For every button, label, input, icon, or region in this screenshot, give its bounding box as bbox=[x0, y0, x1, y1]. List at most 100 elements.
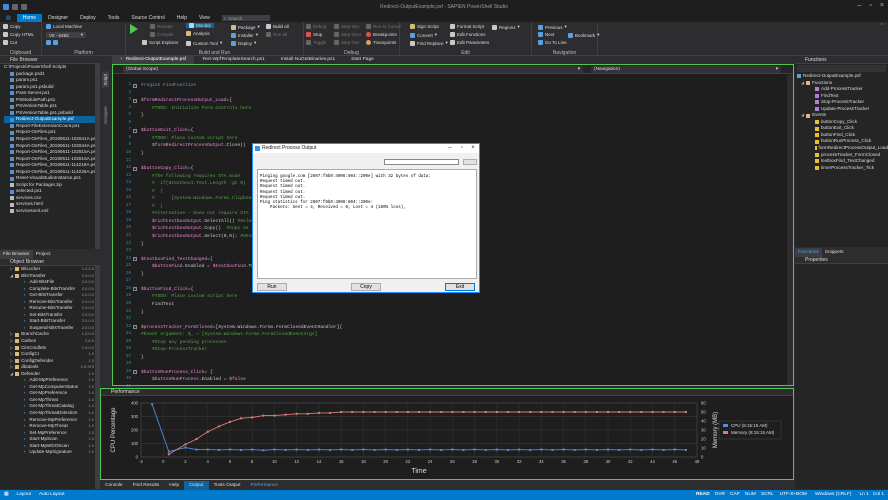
monitor-button[interactable]: Monitor bbox=[186, 23, 215, 28]
navigation-dropdown[interactable]: (Navigation) ▾ bbox=[591, 65, 781, 73]
find-replace-button[interactable]: Find Replace ▾ bbox=[410, 40, 448, 46]
file-item[interactable]: servicesxml.xml bbox=[4, 208, 100, 215]
output-richtextbox[interactable]: Pinging google.com [2607:f8b0:4006:804::… bbox=[257, 169, 477, 279]
find-button[interactable] bbox=[463, 159, 477, 165]
tab-snippets[interactable]: Snippets bbox=[822, 248, 847, 257]
quick-open-icon[interactable] bbox=[21, 4, 27, 10]
fold-icon[interactable]: − bbox=[133, 128, 137, 133]
machine-selector[interactable]: Local Machine bbox=[46, 24, 82, 29]
remote-button[interactable]: Remote bbox=[150, 24, 173, 29]
installer-button[interactable]: Installer ▾ bbox=[231, 32, 258, 38]
menu-tools[interactable]: Tools bbox=[102, 14, 126, 22]
fold-icon[interactable]: − bbox=[133, 83, 137, 88]
copy-html-button[interactable]: Copy HTML bbox=[3, 32, 34, 37]
menu-file-icon[interactable]: ▤ bbox=[0, 14, 17, 22]
tab-designer[interactable]: Designer bbox=[102, 104, 109, 126]
quick-save-icon[interactable] bbox=[12, 4, 18, 10]
menu-home[interactable]: Home bbox=[16, 14, 43, 22]
dialog-minimize-icon[interactable]: – bbox=[445, 144, 455, 153]
menu-view[interactable]: View bbox=[193, 14, 216, 22]
stop-button[interactable]: Stop bbox=[306, 32, 322, 37]
tab-project[interactable]: Project bbox=[33, 250, 54, 259]
step-into-button[interactable]: Step Into bbox=[334, 24, 359, 29]
run-all-button[interactable]: Run all bbox=[266, 32, 287, 37]
tab-functions[interactable]: Functions bbox=[795, 247, 822, 257]
menu-deploy[interactable]: Deploy bbox=[74, 14, 102, 22]
tab-file-browser[interactable]: File Browser bbox=[0, 249, 33, 259]
fold-icon[interactable]: − bbox=[133, 325, 137, 330]
go-to-line-button[interactable]: Go To Line bbox=[538, 40, 567, 45]
close-tab-icon[interactable]: × bbox=[120, 56, 123, 64]
ribbon-collapse-icon[interactable]: ⌃ bbox=[880, 23, 884, 29]
edit-functions-button[interactable]: Edit Functions bbox=[450, 32, 486, 37]
step-over-button[interactable]: Step Over bbox=[334, 32, 361, 37]
format-script-button[interactable]: Format Script bbox=[450, 24, 484, 29]
cmdlet-item[interactable]: ▪ Update-MpSignature 1.0 bbox=[2, 449, 94, 456]
expand-icon[interactable]: ◢ bbox=[801, 112, 804, 119]
run-icon[interactable] bbox=[130, 24, 138, 34]
step-out-button[interactable]: Step Out bbox=[334, 40, 359, 45]
toggle-button[interactable]: Toggle bbox=[306, 40, 326, 45]
tab-find-results[interactable]: Find Results bbox=[128, 481, 165, 490]
dialog-close-icon[interactable]: × bbox=[468, 144, 478, 153]
convert-button[interactable]: Convert ▾ bbox=[410, 32, 437, 38]
bookmark-button[interactable]: Bookmark ▾ bbox=[568, 32, 600, 38]
regions-button[interactable]: Regions ▾ bbox=[492, 24, 520, 30]
tab-help[interactable]: Help bbox=[164, 481, 184, 490]
dialog-maximize-icon[interactable]: ▫ bbox=[457, 144, 467, 153]
fold-icon[interactable]: − bbox=[133, 370, 137, 375]
copy-button[interactable]: Copy bbox=[3, 24, 21, 29]
functions-search[interactable] bbox=[797, 65, 886, 72]
minimize-icon[interactable]: – bbox=[858, 2, 862, 9]
expand-icon[interactable]: ◢ bbox=[801, 80, 804, 87]
package-button[interactable]: Package ▾ bbox=[231, 24, 260, 30]
tab-redirect-output[interactable]: × Redirect-OutputExample.psf bbox=[112, 56, 195, 64]
search-box[interactable]: ⌕ Search bbox=[221, 15, 270, 21]
maximize-icon[interactable]: ▫ bbox=[869, 2, 871, 9]
tab-console[interactable]: Console bbox=[100, 481, 128, 490]
sign-script-button[interactable]: Sign Script bbox=[410, 24, 439, 29]
find-input[interactable] bbox=[384, 159, 459, 165]
fold-icon[interactable]: − bbox=[133, 166, 137, 171]
expand-icon[interactable]: ◢ bbox=[10, 273, 13, 280]
previous-button[interactable]: Previous ▾ bbox=[538, 24, 567, 30]
deploy-button[interactable]: Deploy ▾ bbox=[231, 40, 256, 46]
custom-tool-button[interactable]: Custom Tool ▾ bbox=[186, 40, 222, 46]
tab-tools-output[interactable]: Tools Output bbox=[209, 481, 246, 490]
breakpoints-button[interactable]: Breakpoints bbox=[366, 32, 397, 37]
status-encoding[interactable]: UTF-8+BOM bbox=[780, 490, 807, 500]
edit-parameters-button[interactable]: Edit Parameters bbox=[450, 40, 489, 45]
tracepoints-button[interactable]: Tracepoints bbox=[366, 40, 396, 45]
compile-button[interactable]: Compile bbox=[150, 32, 174, 37]
editor-scrollbar[interactable] bbox=[787, 75, 793, 385]
tab-output[interactable]: Output bbox=[184, 481, 209, 490]
tab-install-nuget[interactable]: Install-NuGetBinaries.ps1 bbox=[273, 56, 343, 64]
cut-button[interactable]: Cut bbox=[3, 40, 17, 45]
tab-start-page[interactable]: Start Page bbox=[343, 56, 382, 64]
fold-icon[interactable]: − bbox=[133, 257, 137, 262]
build-all-button[interactable]: Build all bbox=[266, 24, 289, 29]
analysis-button[interactable]: Analysis bbox=[186, 31, 210, 36]
function-item[interactable]: timerProcessTracker_Tick bbox=[795, 165, 888, 172]
tab-test-wpf[interactable]: Test-WpfTemplateSearch.ps1 bbox=[194, 56, 273, 64]
fold-icon[interactable]: − bbox=[133, 98, 137, 103]
menu-help[interactable]: Help bbox=[171, 14, 193, 22]
copy-output-button[interactable]: Copy bbox=[351, 283, 381, 291]
layout-button[interactable]: Layout bbox=[17, 490, 31, 500]
exit-button[interactable]: Exit bbox=[445, 283, 475, 291]
platform-toggle[interactable] bbox=[46, 40, 58, 45]
menu-source-control[interactable]: Source Control bbox=[125, 14, 170, 22]
version-dropdown[interactable]: V5 - 64Bit ▾ bbox=[46, 32, 86, 38]
scope-dropdown[interactable]: (Global Scope) ▾ bbox=[123, 65, 583, 73]
debug-button[interactable]: Debug bbox=[306, 24, 326, 29]
tab-performance[interactable]: Performance bbox=[246, 481, 283, 490]
fold-icon[interactable]: − bbox=[133, 287, 137, 292]
close-icon[interactable]: × bbox=[880, 2, 884, 9]
auto-layout-button[interactable]: Auto Layout bbox=[39, 490, 65, 500]
tab-script[interactable]: Script bbox=[102, 72, 109, 88]
run-to-cursor-button[interactable]: Run to Cursor bbox=[366, 24, 401, 29]
script-explorer-button[interactable]: Script Explorer bbox=[142, 40, 179, 45]
menu-designer[interactable]: Designer bbox=[42, 14, 74, 22]
status-line-ending[interactable]: Windows (CRLF) bbox=[815, 490, 852, 500]
expand-icon[interactable]: ◢ bbox=[10, 371, 13, 378]
